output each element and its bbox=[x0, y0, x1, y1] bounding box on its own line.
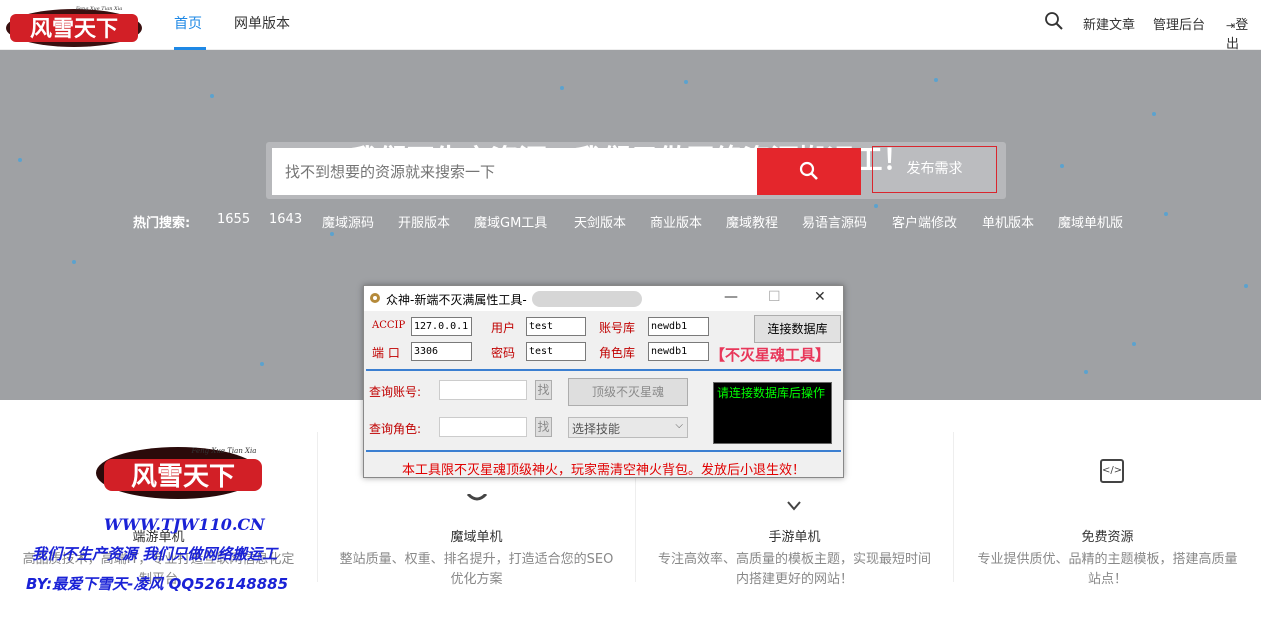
accip-input[interactable]: 127.0.0.1 bbox=[411, 317, 472, 336]
decor-dot bbox=[1152, 112, 1156, 116]
decor-dot bbox=[684, 80, 688, 84]
app-icon bbox=[370, 293, 380, 303]
role-db-input[interactable]: newdb1 bbox=[648, 342, 709, 361]
watermark-slogan: 我们不生产资源 我们只做网络搬运工 bbox=[32, 545, 278, 563]
new-article-link[interactable]: 新建文章 bbox=[1083, 14, 1135, 33]
decor-dot bbox=[874, 204, 878, 208]
account-db-input[interactable]: newdb1 bbox=[648, 317, 709, 336]
password-label: 密码 bbox=[491, 346, 516, 360]
hot-tag[interactable]: 1643 bbox=[269, 212, 302, 227]
query-account-input[interactable] bbox=[439, 380, 527, 400]
hot-tag[interactable]: 开服版本 bbox=[398, 212, 450, 231]
watermark-url: WWW.TJW110.CN bbox=[104, 515, 265, 534]
hot-tag[interactable]: 客户端修改 bbox=[892, 212, 957, 231]
card-title: 免费资源 bbox=[1081, 530, 1134, 545]
mobile-icon bbox=[787, 501, 801, 511]
port-label: 端 口 bbox=[372, 346, 400, 360]
card-desc: 专注高效率、高质量的模板主题，实现最短时间内搭建更好的网站！ bbox=[657, 552, 931, 587]
decor-dot bbox=[1132, 342, 1136, 346]
password-input[interactable]: test bbox=[526, 342, 586, 361]
tool-name: 【不灭星魂工具】 bbox=[710, 346, 831, 364]
hot-tag[interactable]: 魔域单机版 bbox=[1058, 212, 1123, 231]
dialog-title: 众神-新端不灭满属性工具- bbox=[386, 293, 527, 307]
site-logo[interactable]: 风雪天下 Feng Xue Tian Xia bbox=[4, 2, 144, 48]
tool-dialog: 众神-新端不灭满属性工具- — ☐ ✕ ACCIP 127.0.0.1 用户 t… bbox=[363, 285, 844, 478]
minimize-button[interactable]: — bbox=[724, 289, 738, 305]
role-db-label: 角色库 bbox=[599, 346, 636, 360]
card-desc: 专业提供质优、品精的主题模板，搭建高质量站点！ bbox=[977, 552, 1238, 587]
port-input[interactable]: 3306 bbox=[411, 342, 472, 361]
hero-search-input[interactable] bbox=[272, 148, 758, 195]
skill-select[interactable]: 选择技能 ⌵ bbox=[568, 417, 688, 438]
redacted-blur bbox=[532, 291, 642, 307]
card-title: 手游单机 bbox=[768, 530, 821, 545]
code-icon: </> bbox=[1100, 459, 1124, 483]
hot-tag[interactable]: 魔域教程 bbox=[726, 212, 778, 231]
feature-card[interactable]: 免费资源 专业提供质优、品精的主题模板，搭建高质量站点！ bbox=[954, 432, 1261, 587]
logo-text: 风雪天下 bbox=[30, 16, 118, 42]
decor-dot bbox=[560, 86, 564, 90]
card-title: 魔域单机 bbox=[450, 530, 503, 545]
game-icon bbox=[466, 494, 488, 501]
search-icon bbox=[799, 161, 818, 180]
query-role-input[interactable] bbox=[439, 417, 527, 437]
hot-tag[interactable]: 易语言源码 bbox=[802, 212, 867, 231]
hot-tag[interactable]: 魔域源码 bbox=[322, 212, 374, 231]
status-display: 请连接数据库后操作 bbox=[713, 382, 832, 444]
decor-dot bbox=[1164, 212, 1168, 216]
watermark-logo: 风雪天下 Feng Xue Tian Xia bbox=[96, 447, 262, 499]
watermark-author: BY:最爱下雪天-凌风 QQ526148885 bbox=[26, 575, 289, 593]
query-account-label: 查询账号: bbox=[369, 385, 422, 399]
decor-dot bbox=[72, 260, 76, 264]
watermark-logo-text: 风雪天下 bbox=[131, 462, 235, 492]
publish-request-button[interactable]: 发布需求 bbox=[872, 146, 997, 193]
separator bbox=[366, 369, 841, 371]
decor-dot bbox=[330, 232, 334, 236]
hot-search-label: 热门搜索: bbox=[133, 216, 191, 231]
footer-note: 本工具限不灭星魂顶级神火，玩家需清空神火背包。发放后小退生效！ bbox=[401, 463, 805, 478]
chevron-down-icon: ⌵ bbox=[675, 420, 683, 431]
user-input[interactable]: test bbox=[526, 317, 586, 336]
dialog-titlebar[interactable]: 众神-新端不灭满属性工具- — ☐ ✕ bbox=[364, 286, 843, 311]
separator bbox=[366, 450, 841, 452]
card-desc: 整站质量、权重、排名提升，打造适合您的SEO优化方案 bbox=[339, 552, 614, 587]
logo-subtext: Feng Xue Tian Xia bbox=[75, 6, 122, 12]
maximize-button[interactable]: ☐ bbox=[768, 289, 781, 305]
decor-dot bbox=[260, 362, 264, 366]
user-label: 用户 bbox=[491, 321, 516, 335]
admin-link[interactable]: 管理后台 bbox=[1153, 14, 1205, 33]
hot-tag[interactable]: 天剑版本 bbox=[574, 212, 626, 231]
decor-dot bbox=[934, 78, 938, 82]
account-db-label: 账号库 bbox=[599, 321, 636, 335]
hot-tag[interactable]: 单机版本 bbox=[982, 212, 1034, 231]
find-account-button[interactable]: 找 bbox=[535, 380, 552, 400]
decor-dot bbox=[1244, 284, 1248, 288]
connect-db-button[interactable]: 连接数据库 bbox=[754, 315, 841, 343]
search-icon[interactable] bbox=[1044, 11, 1064, 31]
hot-tag[interactable]: 魔域GM工具 bbox=[474, 212, 547, 231]
top-star-soul-button[interactable]: 顶级不灭星魂 bbox=[568, 378, 688, 406]
accip-label: ACCIP bbox=[372, 320, 406, 331]
logout-link[interactable]: ⇥登出 bbox=[1226, 14, 1261, 52]
nav-web-version[interactable]: 网单版本 bbox=[234, 13, 290, 33]
top-header: 风雪天下 Feng Xue Tian Xia 首页 网单版本 新建文章 管理后台… bbox=[0, 0, 1261, 52]
hot-tag[interactable]: 1655 bbox=[217, 212, 250, 227]
find-role-button[interactable]: 找 bbox=[535, 417, 552, 437]
decor-dot bbox=[210, 94, 214, 98]
query-role-label: 查询角色: bbox=[369, 422, 422, 436]
hero-search-button[interactable] bbox=[757, 148, 861, 195]
decor-dot bbox=[1084, 370, 1088, 374]
skill-select-value: 选择技能 bbox=[572, 422, 621, 436]
close-button[interactable]: ✕ bbox=[814, 289, 826, 305]
hot-tag[interactable]: 商业版本 bbox=[650, 212, 702, 231]
logout-icon: ⇥ bbox=[1226, 19, 1236, 32]
nav-home[interactable]: 首页 bbox=[174, 13, 202, 33]
watermark-logo-subtext: Feng Xue Tian Xia bbox=[191, 447, 257, 455]
